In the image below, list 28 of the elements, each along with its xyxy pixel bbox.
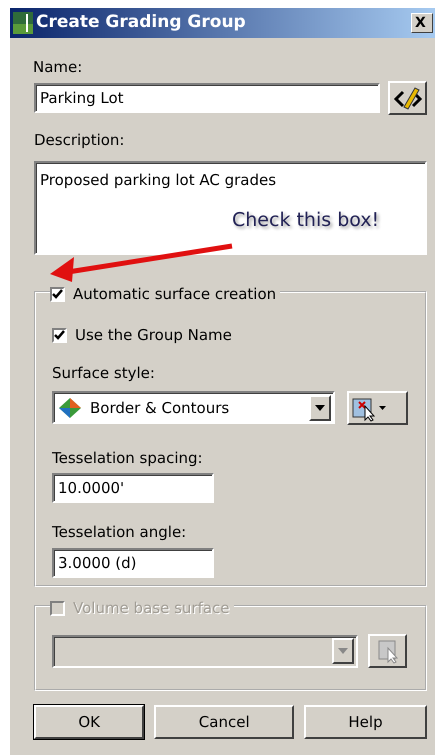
dialog-button[interactable]: Help bbox=[304, 705, 427, 739]
surface-style-dropdown[interactable]: Border & Contours bbox=[52, 391, 335, 424]
window-title: Create Grading Group bbox=[36, 11, 246, 34]
cursor-icon bbox=[376, 638, 400, 664]
annotation-text: Check this box! bbox=[232, 208, 380, 233]
checkbox-label: Automatic surface creation bbox=[73, 284, 276, 305]
name-field[interactable]: Parking Lot bbox=[34, 82, 380, 112]
surface-icon bbox=[58, 396, 82, 419]
dropdown-value: Border & Contours bbox=[90, 398, 230, 418]
close-button[interactable]: X bbox=[411, 13, 433, 33]
app-icon bbox=[13, 12, 33, 34]
base-surface-dropdown[interactable] bbox=[52, 634, 358, 668]
pencil-icon bbox=[394, 84, 422, 110]
checkbox[interactable] bbox=[52, 328, 67, 342]
spacing-field[interactable]: 10.0000' bbox=[52, 473, 214, 504]
field-label: Name: bbox=[33, 57, 84, 78]
dialog-button[interactable]: Cancel bbox=[154, 705, 294, 739]
field-label: Tesselation spacing: bbox=[52, 448, 204, 469]
edit-button[interactable] bbox=[388, 80, 427, 114]
angle-field[interactable]: 3.0000 (d) bbox=[52, 548, 214, 578]
pick-surface-button[interactable] bbox=[347, 390, 408, 425]
checkbox-label: Use the Group Name bbox=[75, 324, 232, 346]
dialog-button[interactable]: OK bbox=[34, 705, 144, 739]
pick-surface-button[interactable] bbox=[368, 634, 407, 668]
field-label: Description: bbox=[34, 130, 126, 150]
checkbox[interactable] bbox=[50, 286, 65, 302]
field-label: Tesselation angle: bbox=[52, 522, 188, 544]
field-label: Surface style: bbox=[52, 363, 156, 384]
